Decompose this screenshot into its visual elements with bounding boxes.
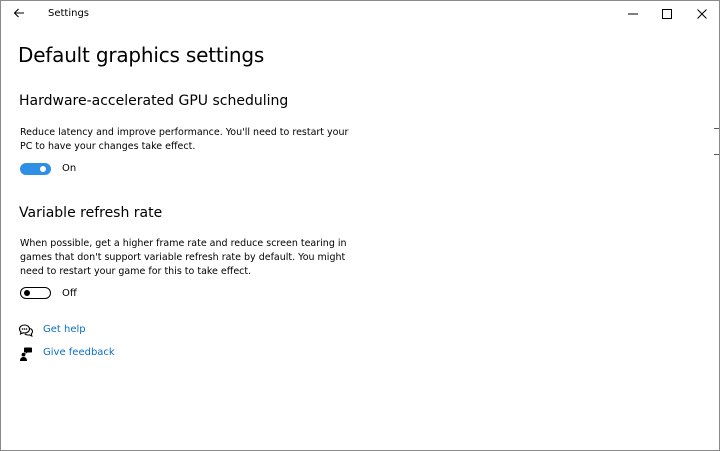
minimize-icon — [628, 13, 638, 15]
close-button[interactable] — [684, 1, 719, 27]
maximize-icon — [662, 9, 672, 19]
page-title: Default graphics settings — [18, 43, 265, 67]
title-bar[interactable]: Settings — [1, 1, 719, 27]
arrow-left-icon — [13, 8, 24, 18]
person-feedback-icon — [20, 347, 32, 361]
minimize-button[interactable] — [615, 1, 651, 27]
chat-bubbles-icon — [18, 324, 34, 337]
back-button[interactable] — [9, 4, 31, 24]
edge-mark — [714, 154, 719, 155]
app-title: Settings — [48, 8, 90, 19]
settings-window: Settings Default graphics settings Hardw… — [0, 0, 720, 451]
variable-refresh-heading: Variable refresh rate — [19, 205, 163, 221]
gpu-scheduling-description: Reduce latency and improve performance. … — [20, 127, 349, 152]
variable-refresh-state: Off — [62, 288, 77, 299]
variable-refresh-toggle[interactable] — [20, 287, 51, 299]
edge-mark — [714, 128, 719, 129]
gpu-scheduling-state: On — [62, 163, 77, 174]
give-feedback-label[interactable]: Give feedback — [43, 347, 115, 358]
toggle-knob — [40, 166, 46, 172]
variable-refresh-description: When possible, get a higher frame rate a… — [20, 238, 347, 277]
close-icon — [697, 9, 707, 19]
maximize-button[interactable] — [649, 1, 685, 27]
gpu-scheduling-heading: Hardware-accelerated GPU scheduling — [19, 93, 289, 109]
get-help-label[interactable]: Get help — [43, 324, 86, 335]
gpu-scheduling-toggle[interactable] — [20, 163, 51, 175]
toggle-knob — [24, 289, 30, 296]
